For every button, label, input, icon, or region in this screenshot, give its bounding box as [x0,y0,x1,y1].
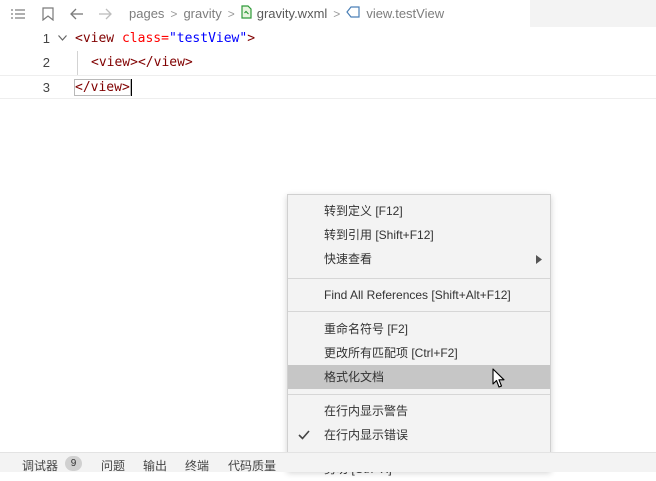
code-line[interactable]: 1 <view class="testView"> [0,27,656,51]
debugger-count-badge: 9 [65,456,82,471]
breadcrumb: pages > gravity > gravity.wxml > view.te… [129,0,444,27]
breadcrumb-file[interactable]: gravity.wxml [257,6,328,21]
tab-output[interactable]: 输出 [143,457,167,474]
breadcrumb-separator: > [227,6,235,21]
mouse-pointer-icon [492,368,506,394]
code-line[interactable]: 2 <view></view> [0,51,656,75]
menu-item-format-document[interactable]: 格式化文档 [288,365,550,389]
breadcrumb-element[interactable]: view.testView [366,6,444,21]
breadcrumb-separator: > [333,6,341,21]
menu-item-go-to-references[interactable]: 转到引用 [Shift+F12] [288,223,550,247]
wxml-file-icon [241,5,252,22]
submenu-arrow-icon [536,247,542,274]
menu-item-find-all-references[interactable]: Find All References [Shift+Alt+F12] [288,283,550,307]
menu-separator [288,394,550,395]
tab-problems[interactable]: 问题 [101,457,125,474]
checkmark-icon [298,423,310,448]
menu-item-change-all-occurrences[interactable]: 更改所有匹配项 [Ctrl+F2] [288,341,550,365]
text-caret [130,79,132,96]
bottom-panel-tabs: 调试器 9 问题 输出 终端 代码质量 [0,452,656,474]
tab-debugger[interactable]: 调试器 [22,457,58,474]
code-text: <view class="testView"> [75,31,256,46]
arrow-left-icon[interactable] [68,5,86,23]
menu-item-rename-symbol[interactable]: 重命名符号 [F2] [288,317,550,341]
topbar-empty-area [530,0,656,27]
code-text: <view></view> [91,55,193,70]
fold-chevron-icon[interactable] [58,27,67,51]
closing-tag: </view> [74,79,131,96]
element-tag-icon [346,6,360,21]
editor-topbar: pages > gravity > gravity.wxml > view.te… [0,0,656,27]
breadcrumb-separator: > [170,6,178,21]
tab-terminal[interactable]: 终端 [185,457,209,474]
menu-separator [288,278,550,279]
code-text: </view> [74,76,132,100]
code-line-current[interactable]: 3 </view> [0,75,656,99]
line-number: 2 [42,55,50,70]
line-number: 3 [42,80,50,95]
menu-item-go-to-definition[interactable]: 转到定义 [F12] [288,199,550,223]
menu-separator [288,311,550,312]
line-number: 1 [42,31,50,46]
menu-item-peek[interactable]: 快速查看 [288,247,550,271]
bookmark-icon[interactable] [39,5,57,23]
menu-item-show-warnings-inline[interactable]: 在行内显示警告 [288,399,550,423]
list-icon[interactable] [9,5,27,23]
context-menu: 转到定义 [F12] 转到引用 [Shift+F12] 快速查看 Find Al… [287,194,551,476]
breadcrumb-gravity[interactable]: gravity [183,6,221,21]
menu-item-show-errors-inline[interactable]: 在行内显示错误 [288,423,550,447]
tab-code-quality[interactable]: 代码质量 [228,457,276,474]
breadcrumb-pages[interactable]: pages [129,6,164,21]
arrow-right-icon[interactable] [96,5,114,23]
